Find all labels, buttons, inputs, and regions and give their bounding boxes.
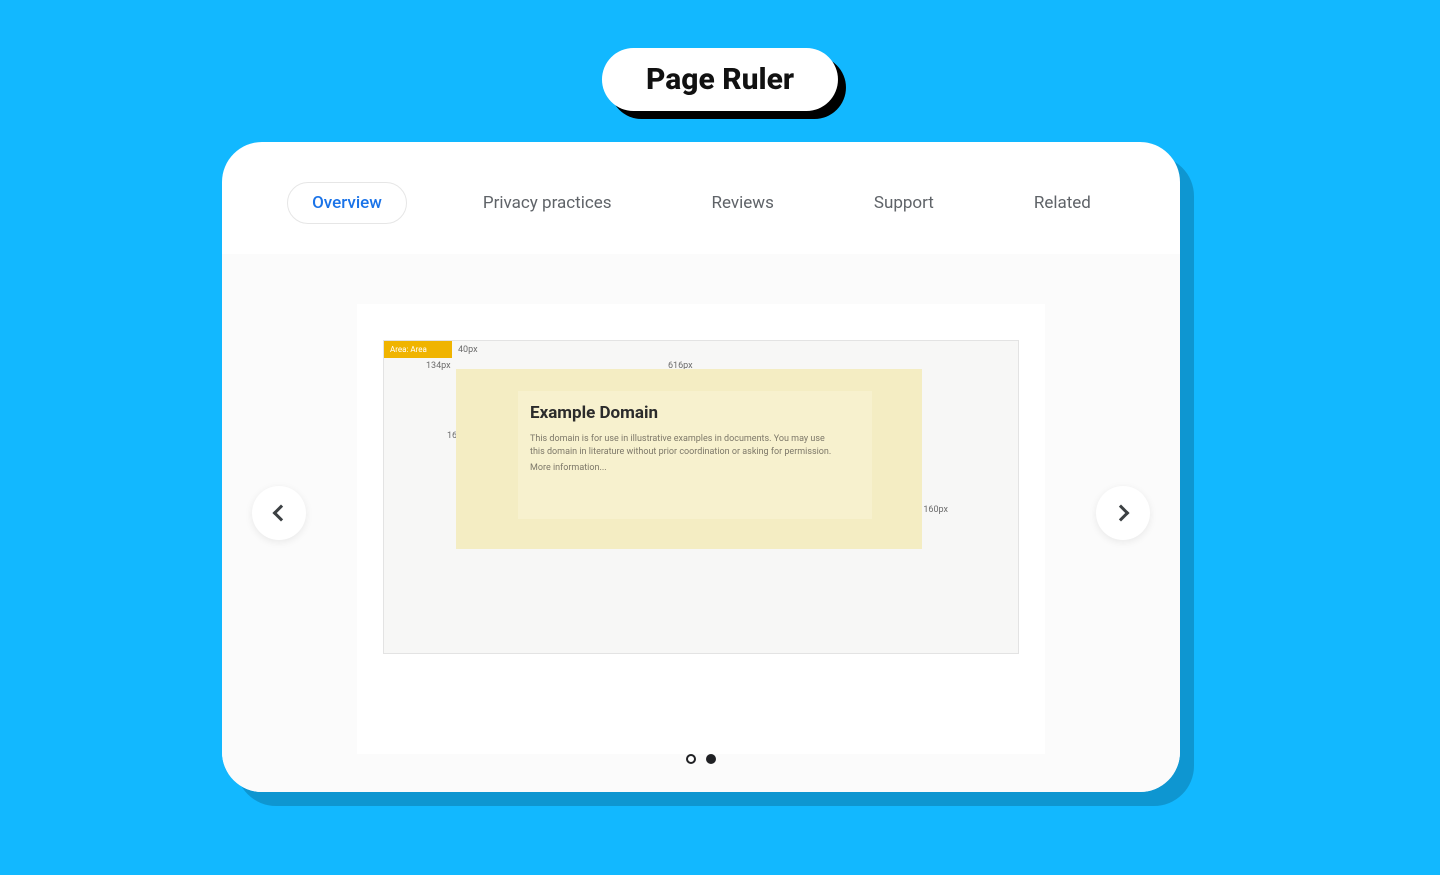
- carousel-next-button[interactable]: [1096, 486, 1150, 540]
- page-title: Page Ruler: [646, 62, 794, 97]
- example-domain-title: Example Domain: [530, 403, 658, 423]
- example-domain-link: More information...: [530, 463, 607, 473]
- example-domain-body: This domain is for use in illustrative e…: [530, 433, 832, 459]
- page-title-pill: Page Ruler: [602, 48, 838, 111]
- chevron-right-icon: [1113, 505, 1130, 522]
- carousel-pagination: [222, 754, 1180, 764]
- carousel-prev-button[interactable]: [252, 486, 306, 540]
- measure-label-left-top: 134px: [426, 361, 451, 371]
- carousel-dot-1[interactable]: [686, 754, 696, 764]
- tab-privacy-practices[interactable]: Privacy practices: [459, 183, 636, 223]
- ruler-selection-box: Example Domain This domain is for use in…: [456, 369, 922, 549]
- tab-overview[interactable]: Overview: [287, 182, 407, 224]
- measure-label-right-mid: 160px: [923, 505, 948, 515]
- listing-tabs: Overview Privacy practices Reviews Suppo…: [222, 182, 1180, 224]
- ruler-toolbar-badge: Area: Area: [384, 341, 452, 358]
- carousel-dot-2[interactable]: [706, 754, 716, 764]
- tab-related[interactable]: Related: [1010, 183, 1115, 223]
- screenshot-slide: Area: Area 40px 134px 616px 160px 160px …: [357, 304, 1045, 754]
- mock-webpage: Area: Area 40px 134px 616px 160px 160px …: [383, 340, 1019, 654]
- tab-reviews[interactable]: Reviews: [688, 183, 798, 223]
- store-listing-card: Overview Privacy practices Reviews Suppo…: [222, 142, 1180, 792]
- chevron-left-icon: [273, 505, 290, 522]
- measure-label-top-outer: 40px: [458, 345, 478, 355]
- tab-support[interactable]: Support: [850, 183, 958, 223]
